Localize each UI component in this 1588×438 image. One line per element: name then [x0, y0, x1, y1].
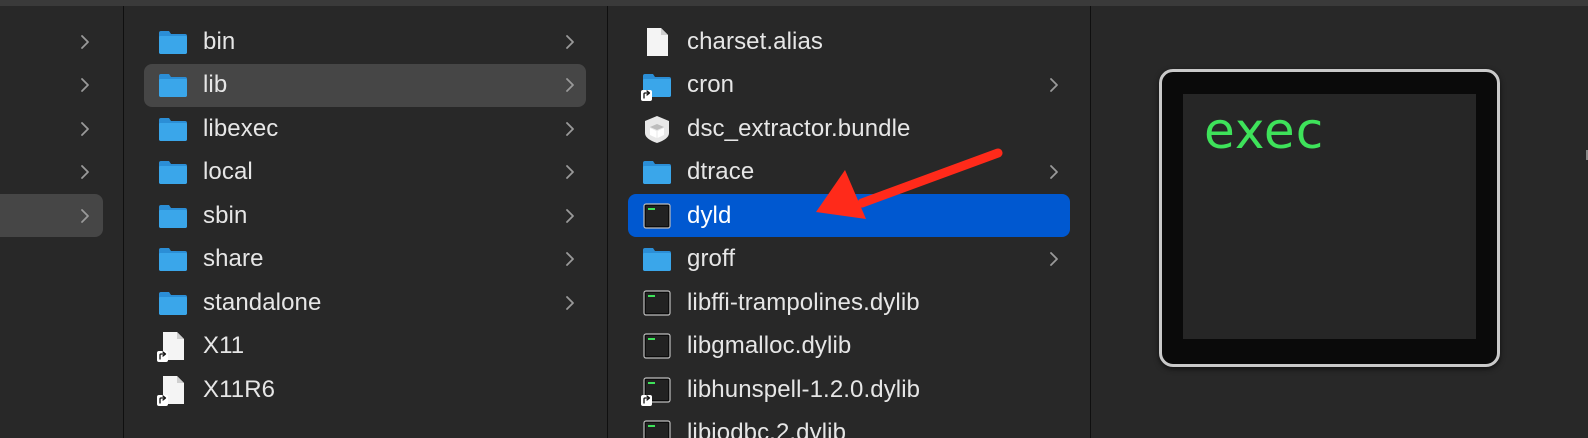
document-icon [641, 26, 673, 58]
file-name-label: dyld [687, 201, 732, 229]
file-item-bin[interactable]: bin [144, 20, 586, 63]
parent-list-item[interactable] [0, 151, 103, 194]
alias-icon [157, 330, 189, 362]
exec-icon [641, 417, 673, 438]
file-item-libiodbc-2-dylib[interactable]: libiodbc.2.dylib [628, 412, 1070, 438]
chevron-right-icon [566, 34, 574, 49]
file-name-label: dtrace [687, 158, 755, 185]
column-parent [0, 6, 123, 438]
file-item-lib[interactable]: lib [144, 63, 586, 107]
folder-icon [157, 113, 189, 145]
file-item-x11[interactable]: X11 [144, 325, 586, 368]
file-item-cron[interactable]: cron [628, 64, 1070, 107]
file-name-label: charset.alias [687, 27, 824, 55]
alias-icon [157, 374, 189, 406]
exec-alias-icon [641, 374, 673, 406]
file-item-libgmalloc-dylib[interactable]: libgmalloc.dylib [628, 325, 1070, 368]
folder-icon [157, 200, 189, 232]
folder-icon [157, 69, 189, 101]
chevron-right-icon [1050, 252, 1058, 266]
file-name-label: lib [203, 71, 228, 98]
file-item-charset-alias[interactable]: charset.alias [628, 20, 1070, 63]
folder-icon [157, 26, 189, 58]
chevron-right-icon [81, 78, 89, 92]
file-item-dsc-extractor-bundle[interactable]: dsc_extractor.bundle [628, 107, 1070, 150]
chevron-right-icon [81, 208, 89, 223]
parent-list-item[interactable] [0, 20, 103, 63]
file-name-label: X11R6 [203, 375, 276, 403]
chevron-right-icon [81, 165, 89, 179]
chevron-right-icon [81, 34, 89, 49]
chevron-right-icon [1050, 165, 1058, 179]
file-item-local[interactable]: local [144, 151, 586, 194]
parent-list-item[interactable] [0, 194, 103, 237]
file-name-label: libexec [203, 114, 279, 142]
file-name-label: groff [687, 245, 736, 272]
chevron-right-icon [566, 295, 574, 310]
file-name-label: cron [687, 71, 735, 98]
folder-icon [157, 156, 189, 188]
file-name-label: share [203, 245, 264, 272]
file-item-libexec[interactable]: libexec [144, 107, 586, 150]
folder-icon [157, 243, 189, 275]
file-name-label: sbin [203, 201, 248, 229]
folder-icon [157, 287, 189, 319]
file-name-label: standalone [203, 288, 322, 316]
chevron-right-icon [1050, 78, 1058, 92]
exec-icon [641, 330, 673, 362]
file-item-x11r6[interactable]: X11R6 [144, 368, 586, 411]
file-name-label: libhunspell-1.2.0.dylib [687, 375, 921, 403]
exec-icon [641, 200, 673, 232]
preview-icon-text: exec [1204, 102, 1325, 160]
file-item-libffi-trampolines-dylib[interactable]: libffi-trampolines.dylib [628, 281, 1070, 324]
file-name-label: X11 [203, 332, 245, 359]
file-item-groff[interactable]: groff [628, 238, 1070, 281]
file-name-label: libgmalloc.dylib [687, 332, 852, 359]
parent-list-item[interactable] [0, 64, 103, 107]
file-name-label: local [203, 158, 253, 185]
file-item-dtrace[interactable]: dtrace [628, 151, 1070, 194]
folder-icon [641, 243, 673, 275]
exec-preview-icon: exec [1159, 69, 1500, 367]
file-item-standalone[interactable]: standalone [144, 281, 586, 324]
file-name-label: libffi-trampolines.dylib [687, 288, 920, 316]
folder-icon [641, 156, 673, 188]
file-name-label: libiodbc.2.dylib [687, 419, 847, 438]
file-item-share[interactable]: share [144, 238, 586, 281]
column-usr: bin lib libexec local sbin share standalone X11… [124, 6, 607, 438]
file-item-sbin[interactable]: sbin [144, 194, 586, 237]
chevron-right-icon [566, 252, 574, 266]
chevron-right-icon [566, 165, 574, 179]
chevron-right-icon [566, 208, 574, 223]
exec-icon [641, 287, 673, 319]
column-lib: charset.alias cron dsc_extractor.bundledtr… [608, 6, 1090, 438]
file-name-label: dsc_extractor.bundle [687, 114, 911, 142]
file-item-dyld[interactable]: dyld [628, 194, 1070, 237]
chevron-right-icon [81, 121, 89, 136]
terminal-screen: exec [1183, 94, 1476, 339]
folder-alias-icon [641, 69, 673, 101]
parent-list-item[interactable] [0, 107, 103, 150]
bundle-icon [641, 113, 673, 145]
file-item-libhunspell-1-2-0-dylib[interactable]: libhunspell-1.2.0.dylib [628, 368, 1070, 411]
chevron-right-icon [566, 121, 574, 136]
file-name-label: bin [203, 27, 236, 55]
chevron-right-icon [566, 78, 574, 92]
